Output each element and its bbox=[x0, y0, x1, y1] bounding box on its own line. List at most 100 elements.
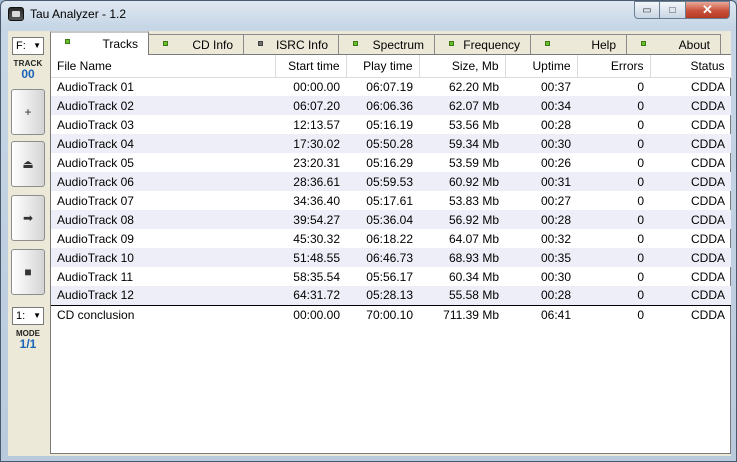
table-row[interactable]: AudioTrack 03 12:13.57 05:16.19 53.56 Mb 00:… bbox=[51, 115, 731, 134]
drive-value: F: bbox=[16, 40, 26, 52]
table-cell: 0 bbox=[577, 304, 650, 324]
table-row[interactable]: AudioTrack 05 23:20.31 05:16.29 53.59 Mb 00:… bbox=[51, 153, 731, 172]
chevron-down-icon: ▼ bbox=[33, 311, 41, 320]
tracks-panel: File Name Start time Play time Size, Mb … bbox=[50, 54, 732, 454]
tab-spectrum[interactable]: Spectrum bbox=[338, 34, 435, 55]
table-cell: AudioTrack 04 bbox=[51, 134, 275, 153]
table-cell: AudioTrack 02 bbox=[51, 96, 275, 115]
table-row[interactable]: AudioTrack 02 06:07.20 06:06.36 62.07 Mb 00:… bbox=[51, 96, 731, 115]
title-bar[interactable]: Tau Analyzer - 1.2 ▭ □ ✕ bbox=[1, 1, 736, 27]
table-cell: AudioTrack 10 bbox=[51, 248, 275, 267]
table-cell: 0 bbox=[577, 172, 650, 191]
table-cell: AudioTrack 11 bbox=[57, 269, 134, 284]
plus-icon: + bbox=[24, 105, 32, 119]
table-cell: 06:41 bbox=[505, 304, 577, 324]
table-cell: 0 bbox=[637, 269, 644, 284]
table-row[interactable]: AudioTrack 12 64:31.72 05:28.13 55.58 Mb 00:… bbox=[51, 286, 731, 305]
maximize-icon: □ bbox=[669, 4, 676, 16]
drive-select[interactable]: F: ▼ bbox=[12, 37, 44, 55]
table-header: File Name Start time Play time Size, Mb … bbox=[51, 55, 732, 78]
table-cell: 0 bbox=[637, 231, 644, 246]
tab-cd-info[interactable]: CD Info bbox=[148, 34, 244, 55]
control-sidebar: F: ▼ TRACK 00 + ⏏ ➡ ■ 1: ▼ MODE 1/1 bbox=[8, 31, 48, 456]
table-row[interactable]: AudioTrack 09 45:30.32 06:18.22 64.07 Mb 00:… bbox=[51, 229, 731, 248]
column-header[interactable]: File Name bbox=[51, 55, 276, 78]
table-cell: 0 bbox=[637, 117, 644, 132]
tab-label: Help bbox=[591, 38, 616, 52]
table-row[interactable]: AudioTrack 08 39:54.27 05:36.04 56.92 Mb 00:… bbox=[51, 210, 731, 229]
table-row[interactable]: AudioTrack 06 28:36.61 05:59.53 60.92 Mb 00:… bbox=[51, 172, 731, 191]
table-cell: 00:31 bbox=[505, 172, 577, 191]
table-cell: 05:36.04 bbox=[346, 210, 419, 229]
table-row[interactable]: AudioTrack 01 00:00.00 06:07.19 62.20 Mb 00:… bbox=[51, 77, 731, 96]
tab-about[interactable]: About bbox=[626, 34, 721, 55]
table-cell: 05:17.61 bbox=[366, 193, 413, 208]
table-row[interactable]: AudioTrack 11 58:35.54 05:56.17 60.34 Mb 00:… bbox=[51, 267, 731, 286]
table-cell: CDDA bbox=[690, 79, 725, 94]
table-cell: 70:00.10 bbox=[346, 304, 419, 324]
mode-select-value: 1: bbox=[16, 310, 26, 322]
tab-label: ISRC Info bbox=[275, 38, 328, 52]
close-button[interactable]: ✕ bbox=[686, 1, 730, 19]
table-cell: 60.92 Mb bbox=[419, 172, 505, 191]
maximize-button[interactable]: □ bbox=[660, 1, 686, 19]
table-row[interactable]: AudioTrack 10 51:48.55 06:46.73 68.93 Mb 00:… bbox=[51, 248, 731, 267]
tab-tracks[interactable]: Tracks bbox=[50, 31, 149, 55]
column-header[interactable]: Size, Mb bbox=[419, 55, 506, 78]
next-button[interactable]: ➡ bbox=[11, 195, 45, 241]
table-cell: 0 bbox=[577, 286, 650, 305]
table-cell: 00:27 bbox=[540, 193, 571, 208]
table-cell: 45:30.32 bbox=[293, 231, 340, 246]
table-cell: 00:35 bbox=[505, 248, 577, 267]
table-cell: 56.92 Mb bbox=[419, 210, 505, 229]
table-cell: 00:30 bbox=[540, 269, 571, 284]
track-number: 00 bbox=[21, 67, 35, 81]
tab-label: CD Info bbox=[192, 38, 233, 52]
tab-bar: Tracks CD Info ISRC Info Spectrum Freque… bbox=[50, 31, 731, 55]
column-header[interactable]: Start time bbox=[275, 55, 347, 78]
tab-frequency[interactable]: Frequency bbox=[434, 34, 531, 55]
status-led-icon bbox=[65, 39, 70, 44]
table-cell: 05:28.13 bbox=[346, 286, 419, 305]
summary-row[interactable]: CD conclusion 00:00.00 70:00.10 711.39 M… bbox=[51, 304, 731, 324]
table-cell: CDDA bbox=[690, 193, 725, 208]
table-cell: 64:31.72 bbox=[275, 286, 346, 305]
minimize-button[interactable]: ▭ bbox=[634, 1, 660, 19]
tab-help[interactable]: Help bbox=[530, 34, 627, 55]
table-cell: 00:00.00 bbox=[293, 79, 340, 94]
eject-button[interactable]: ⏏ bbox=[11, 141, 45, 187]
table-cell: CDDA bbox=[650, 286, 731, 305]
app-window: Tau Analyzer - 1.2 ▭ □ ✕ F: ▼ TRACK 00 + bbox=[0, 0, 737, 462]
table-cell: 00:37 bbox=[540, 79, 571, 94]
column-header[interactable]: Uptime bbox=[505, 55, 578, 78]
tab-isrc-info[interactable]: ISRC Info bbox=[243, 34, 339, 55]
column-header[interactable]: Errors bbox=[577, 55, 651, 78]
table-cell: CD conclusion bbox=[51, 304, 275, 324]
table-cell: AudioTrack 06 bbox=[51, 172, 275, 191]
table-cell: 06:46.73 bbox=[346, 248, 419, 267]
table-cell: CDDA bbox=[650, 96, 731, 115]
mode-select[interactable]: 1: ▼ bbox=[12, 307, 44, 325]
table-cell: 0 bbox=[637, 193, 644, 208]
table-cell: 05:16.29 bbox=[366, 155, 413, 170]
table-cell: 34:36.40 bbox=[293, 193, 340, 208]
table-cell: 00:28 bbox=[540, 117, 571, 132]
status-led-icon bbox=[258, 41, 263, 46]
table-cell: 53.83 Mb bbox=[448, 193, 499, 208]
add-button[interactable]: + bbox=[11, 89, 45, 135]
table-cell: 00:34 bbox=[505, 96, 577, 115]
table-cell: 00:26 bbox=[540, 155, 571, 170]
table-cell: 60.34 Mb bbox=[448, 269, 499, 284]
table-cell: CDDA bbox=[650, 172, 731, 191]
table-row[interactable]: AudioTrack 07 34:36.40 05:17.61 53.83 Mb 00:… bbox=[51, 191, 731, 210]
table-cell: AudioTrack 08 bbox=[51, 210, 275, 229]
table-row[interactable]: AudioTrack 04 17:30.02 05:50.28 59.34 Mb 00:… bbox=[51, 134, 731, 153]
table-cell: 0 bbox=[577, 96, 650, 115]
column-header[interactable]: Play time bbox=[346, 55, 420, 78]
table-cell: CDDA bbox=[650, 134, 731, 153]
table-cell: 64.07 Mb bbox=[448, 231, 499, 246]
column-header[interactable]: Status bbox=[650, 55, 732, 78]
tracks-table: File Name Start time Play time Size, Mb … bbox=[51, 55, 732, 324]
stop-button[interactable]: ■ bbox=[11, 249, 45, 295]
table-cell: 0 bbox=[637, 79, 644, 94]
